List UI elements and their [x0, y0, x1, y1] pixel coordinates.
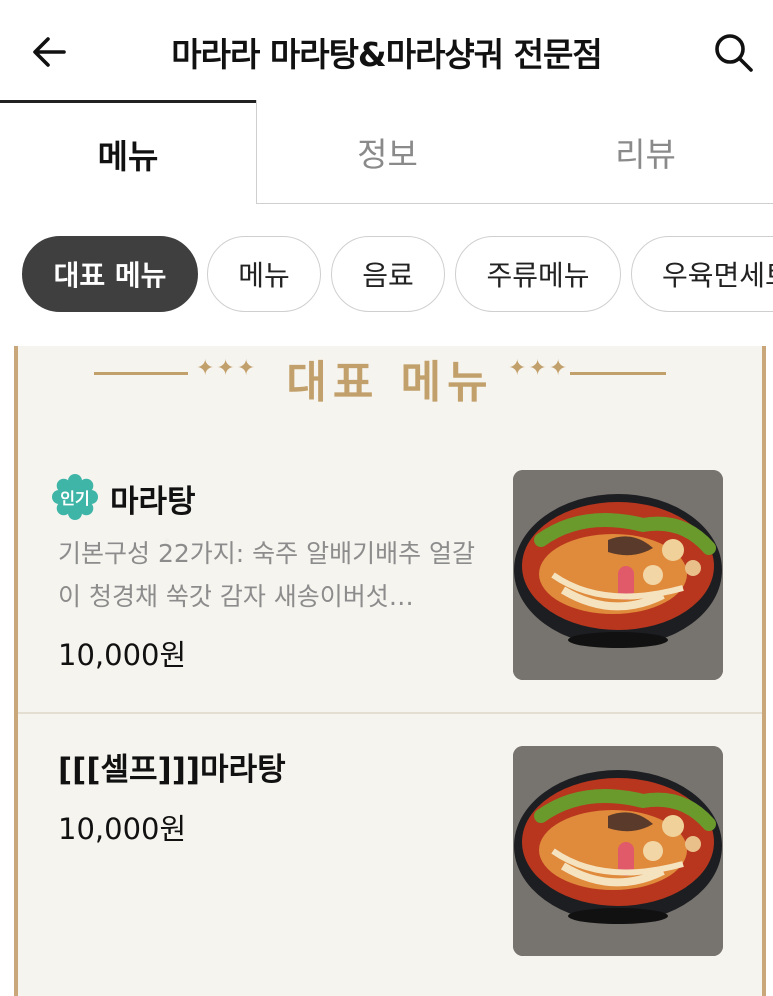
chip-label: 대표 메뉴 [53, 259, 167, 292]
search-button[interactable] [711, 30, 755, 74]
chip-menu[interactable]: 메뉴 [207, 236, 321, 312]
malatang-bowl-photo [513, 470, 723, 680]
menu-item-price: 10,000원 [58, 812, 187, 846]
chip-alcohol-menu[interactable]: 주류메뉴 [455, 236, 621, 312]
menu-board: ✦✦✦ 대표 메뉴 ✦✦✦ 인기 마라탕 기본구성 22가지: 숙주 알배기배추… [14, 346, 766, 996]
tab-bar: 메뉴 정보 리뷰 [0, 100, 773, 204]
chip-label: 주류메뉴 [486, 259, 590, 292]
chip-drinks[interactable]: 음료 [331, 236, 445, 312]
app-header: 마라라 마라탕&마라샹궈 전문점 [0, 0, 773, 100]
tab-menu[interactable]: 메뉴 [0, 100, 256, 204]
chip-beef-noodle-set[interactable]: 우육면세트 [631, 236, 773, 312]
tab-label: 리뷰 [615, 134, 676, 174]
menu-item-price: 10,000원 [58, 638, 187, 672]
menu-item-name: [[[셀프]]]마라탕 [58, 752, 286, 788]
tab-label: 메뉴 [97, 136, 159, 176]
menu-item-photo [513, 470, 723, 680]
menu-item-photo [513, 746, 723, 956]
menu-item-description: 기본구성 22가지: 숙주 알배기배추 얼갈이 청경채 쑥갓 감자 새송이버섯… [58, 539, 476, 611]
tab-label: 정보 [357, 134, 418, 174]
menu-item[interactable]: [[[셀프]]]마라탕 10,000원 [18, 714, 762, 996]
badge-label: 인기 [60, 489, 90, 508]
malatang-bowl-photo [513, 746, 723, 956]
tab-review[interactable]: 리뷰 [518, 100, 773, 204]
tab-info[interactable]: 정보 [256, 100, 518, 204]
category-chip-bar: 대표 메뉴 메뉴 음료 주류메뉴 우육면세트 [0, 236, 773, 314]
search-icon [715, 34, 753, 72]
menu-item-name: 마라탕 [110, 484, 196, 520]
chip-label: 메뉴 [238, 259, 290, 292]
popular-badge: 인기 [52, 474, 98, 520]
menu-item[interactable]: 인기 마라탕 기본구성 22가지: 숙주 알배기배추 얼갈이 청경채 쑥갓 감자… [18, 346, 762, 714]
page-title: 마라라 마라탕&마라샹궈 전문점 [171, 35, 602, 74]
arrow-left-icon [33, 37, 66, 67]
chip-label: 음료 [362, 259, 414, 292]
chip-representative-menu[interactable]: 대표 메뉴 [22, 236, 198, 312]
back-button[interactable] [28, 30, 72, 74]
chip-label: 우육면세트 [662, 259, 773, 292]
